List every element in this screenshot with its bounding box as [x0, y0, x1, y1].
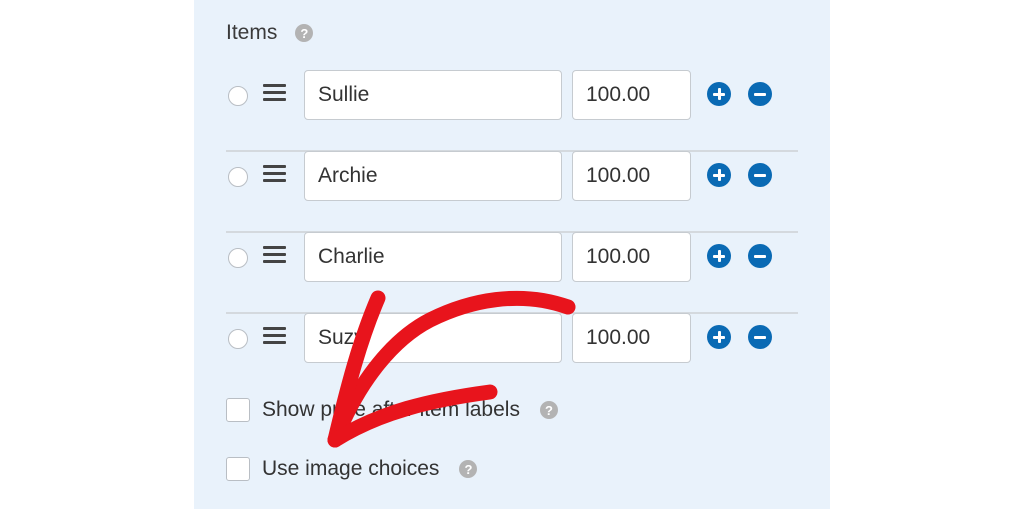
add-item-icon[interactable] — [707, 325, 731, 349]
show-price-label[interactable]: Show price after item labels — [262, 398, 520, 422]
remove-item-icon[interactable] — [748, 244, 772, 268]
remove-item-icon[interactable] — [748, 82, 772, 106]
help-icon[interactable]: ? — [459, 460, 478, 478]
item-price-input[interactable]: 100.00 — [572, 313, 691, 363]
item-price-input[interactable]: 100.00 — [572, 232, 691, 282]
item-row-2: Archie 100.00 — [226, 151, 798, 233]
item-price-input[interactable]: 100.00 — [572, 151, 691, 201]
help-icon[interactable]: ? — [295, 24, 314, 42]
add-item-icon[interactable] — [707, 82, 731, 106]
items-title: Items — [226, 21, 278, 44]
items-header: Items ? — [226, 20, 314, 46]
item-label-input[interactable]: Suzy — [304, 313, 562, 363]
default-radio[interactable] — [228, 86, 248, 106]
item-row-1: Sullie 100.00 — [226, 70, 798, 152]
default-radio[interactable] — [228, 248, 248, 268]
image-choices-option: Use image choices ? — [226, 454, 478, 484]
add-item-icon[interactable] — [707, 163, 731, 187]
add-item-icon[interactable] — [707, 244, 731, 268]
help-icon[interactable]: ? — [539, 401, 558, 419]
drag-handle-icon[interactable] — [263, 246, 286, 264]
item-label-input[interactable]: Charlie — [304, 232, 562, 282]
remove-item-icon[interactable] — [748, 163, 772, 187]
show-price-checkbox[interactable] — [226, 398, 250, 422]
item-price-input[interactable]: 100.00 — [572, 70, 691, 120]
default-radio[interactable] — [228, 167, 248, 187]
default-radio[interactable] — [228, 329, 248, 349]
item-row-4: Suzy 100.00 — [226, 313, 798, 393]
image-choices-label[interactable]: Use image choices — [262, 457, 439, 481]
drag-handle-icon[interactable] — [263, 327, 286, 345]
show-price-option: Show price after item labels ? — [226, 395, 558, 425]
item-label-input[interactable]: Sullie — [304, 70, 562, 120]
remove-item-icon[interactable] — [748, 325, 772, 349]
drag-handle-icon[interactable] — [263, 84, 286, 102]
image-choices-checkbox[interactable] — [226, 457, 250, 481]
item-label-input[interactable]: Archie — [304, 151, 562, 201]
drag-handle-icon[interactable] — [263, 165, 286, 183]
item-row-3: Charlie 100.00 — [226, 232, 798, 314]
